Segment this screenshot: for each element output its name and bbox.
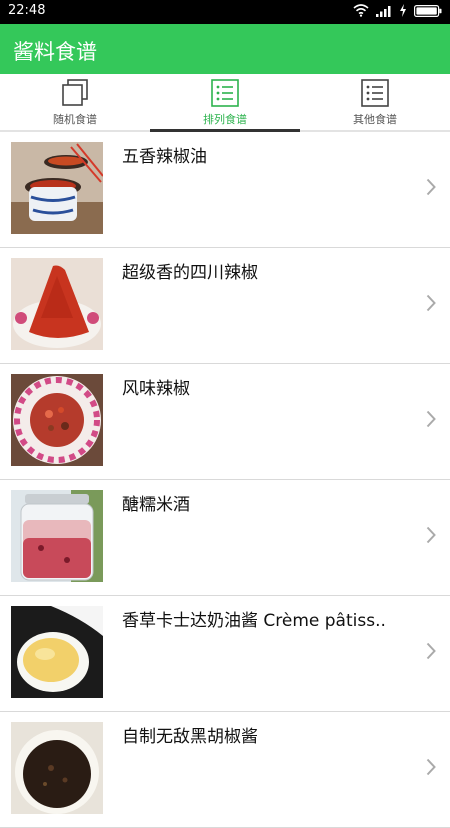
tab-label: 随机食谱	[53, 113, 97, 126]
recipe-title: 自制无敌黑胡椒酱	[122, 727, 258, 747]
wifi-icon	[353, 4, 369, 17]
recipe-title: 醣糯米酒	[122, 495, 190, 515]
recipe-list-item[interactable]: 醣糯米酒	[0, 480, 450, 596]
chevron-right-icon	[426, 178, 436, 196]
app-title: 酱料食谱	[13, 40, 97, 64]
recipe-title: 香草卡士达奶油酱 Crème pâtiss..	[122, 611, 386, 631]
signal-icon	[376, 5, 391, 17]
tab-bar: 随机食谱 排列食谱 其他食谱	[0, 74, 450, 132]
status-time: 22:48	[8, 3, 46, 18]
list-icon	[361, 79, 389, 107]
chevron-right-icon	[426, 526, 436, 544]
recipe-list-item[interactable]: 超级香的四川辣椒	[0, 248, 450, 364]
list-icon	[211, 79, 239, 107]
tab-label: 其他食谱	[353, 113, 397, 126]
charging-icon	[400, 4, 406, 17]
recipe-thumbnail	[11, 722, 103, 814]
status-bar: 22:48	[0, 0, 450, 24]
chevron-right-icon	[426, 410, 436, 428]
recipe-thumbnail	[11, 258, 103, 350]
chevron-right-icon	[426, 294, 436, 312]
recipe-title: 超级香的四川辣椒	[122, 263, 258, 283]
tab-other-recipes[interactable]: 其他食谱	[300, 74, 450, 130]
chevron-right-icon	[426, 642, 436, 660]
recipe-list: 五香辣椒油 超级香的四川辣椒 风味辣椒 醣糯米酒 香草卡士达奶油酱 Crème …	[0, 132, 450, 828]
chevron-right-icon	[426, 758, 436, 776]
app-bar: 酱料食谱	[0, 24, 450, 74]
recipe-thumbnail	[11, 606, 103, 698]
recipe-list-item[interactable]: 香草卡士达奶油酱 Crème pâtiss..	[0, 596, 450, 712]
recipe-title: 风味辣椒	[122, 379, 190, 399]
recipe-thumbnail	[11, 490, 103, 582]
tab-sorted-recipes[interactable]: 排列食谱	[150, 74, 300, 132]
status-icons	[353, 4, 442, 17]
recipe-thumbnail	[11, 142, 103, 234]
tab-label: 排列食谱	[203, 113, 247, 126]
recipe-list-item[interactable]: 五香辣椒油	[0, 132, 450, 248]
recipe-list-item[interactable]: 风味辣椒	[0, 364, 450, 480]
recipe-list-item[interactable]: 自制无敌黑胡椒酱	[0, 712, 450, 828]
recipe-thumbnail	[11, 374, 103, 466]
copy-icon	[62, 79, 88, 106]
tab-random-recipes[interactable]: 随机食谱	[0, 74, 150, 130]
recipe-title: 五香辣椒油	[122, 147, 207, 167]
battery-icon	[414, 4, 442, 17]
